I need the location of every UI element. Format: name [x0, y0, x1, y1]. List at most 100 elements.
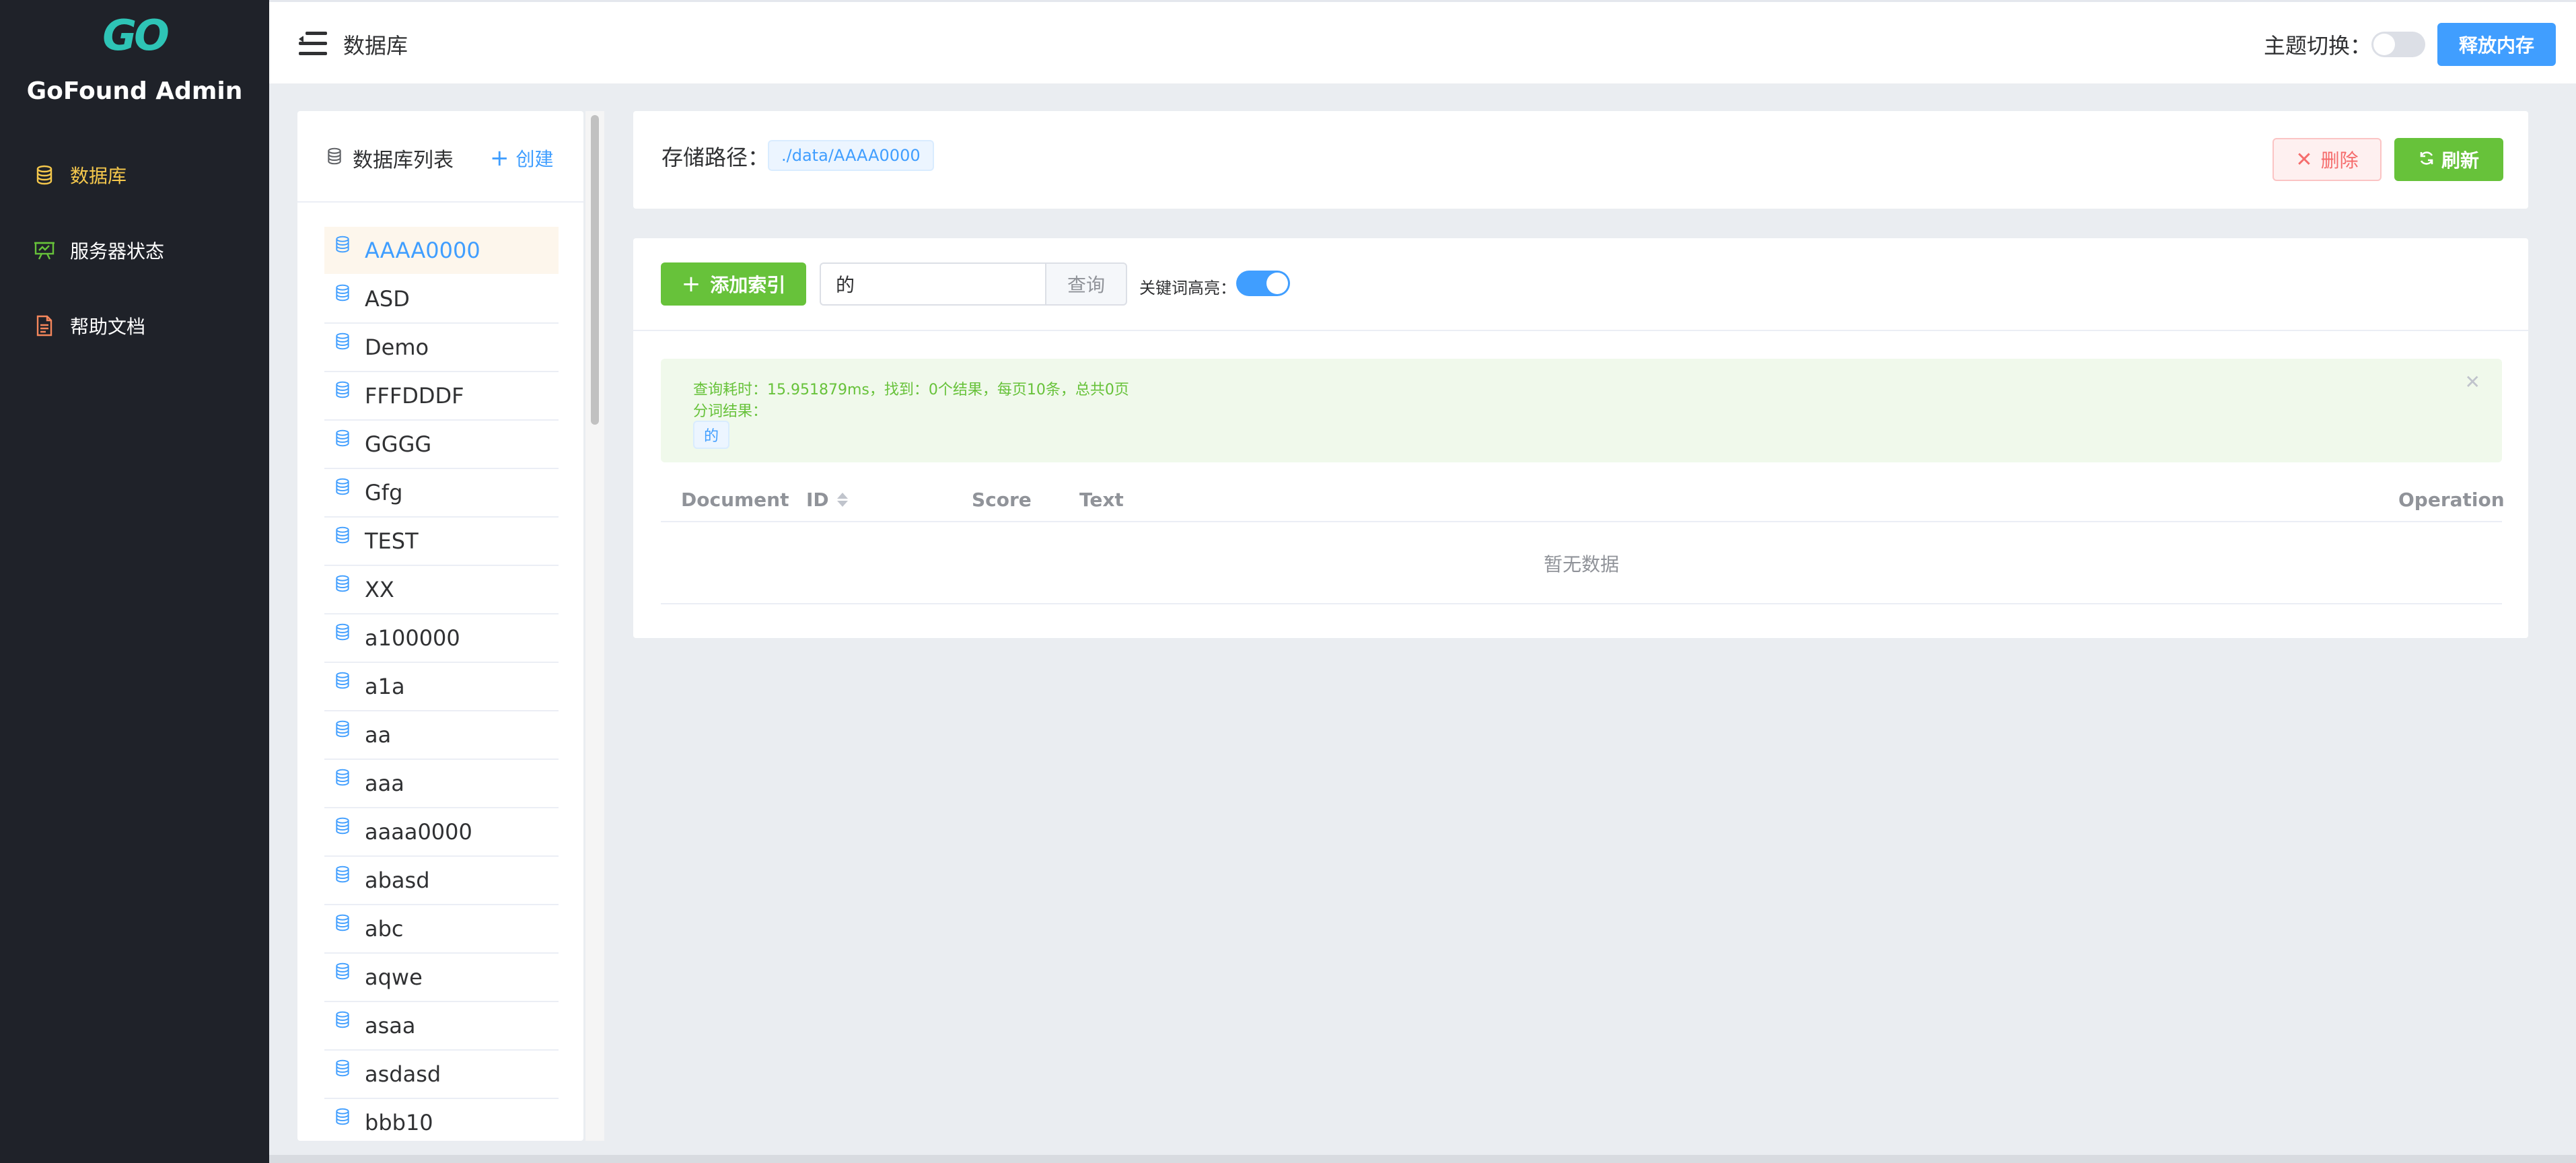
- sidebar-item-database[interactable]: 数据库: [32, 158, 127, 192]
- database-name: aaa: [365, 771, 404, 796]
- database-list-item[interactable]: ASD: [324, 275, 559, 324]
- database-name: XX: [365, 577, 394, 602]
- database-list-item[interactable]: a1a: [324, 663, 559, 711]
- database-icon: [334, 572, 351, 598]
- release-memory-button[interactable]: 释放内存: [2437, 23, 2556, 66]
- add-index-button[interactable]: + 添加索引: [661, 262, 806, 306]
- database-icon: [334, 1105, 351, 1131]
- database-name: abc: [365, 916, 404, 942]
- database-icon: [334, 669, 351, 695]
- database-list-item[interactable]: aaa: [324, 760, 559, 808]
- column-header-score: Score: [972, 489, 1032, 511]
- sidebar-item-help-docs[interactable]: 帮助文档: [32, 309, 145, 343]
- database-name: asaa: [365, 1013, 416, 1038]
- database-icon: [334, 427, 351, 452]
- sidebar-item-server-status[interactable]: 服务器状态: [32, 234, 164, 267]
- close-icon: ✕: [2295, 147, 2313, 172]
- database-name: ASD: [365, 286, 410, 312]
- database-name: FFFDDDF: [365, 383, 464, 409]
- column-header-document: Document: [681, 489, 789, 511]
- tokens-label: 分词结果：: [693, 403, 768, 420]
- highlight-switch[interactable]: [1236, 271, 1290, 296]
- highlight-label: 关键词高亮：: [1139, 279, 1236, 297]
- database-list-item[interactable]: XX: [324, 566, 559, 614]
- database-icon: [334, 960, 351, 985]
- database-name: aaaa0000: [365, 819, 472, 845]
- theme-switch-label: 主题切换：: [2264, 33, 2372, 59]
- database-name: asdasd: [365, 1061, 441, 1087]
- document-icon: [32, 314, 57, 338]
- refresh-icon: [2419, 149, 2435, 171]
- database-name: bbb10: [365, 1110, 433, 1135]
- delete-button[interactable]: ✕ 删除: [2273, 138, 2382, 181]
- token-tag: 的: [693, 421, 730, 449]
- database-list-item[interactable]: a100000: [324, 614, 559, 663]
- query-button[interactable]: 查询: [1045, 262, 1127, 306]
- create-database-button[interactable]: + 创建: [490, 145, 554, 172]
- database-name: a1a: [365, 674, 405, 699]
- database-list-item[interactable]: bbb10: [324, 1099, 559, 1141]
- database-list-item[interactable]: aaaa0000: [324, 808, 559, 857]
- sort-icon[interactable]: [836, 493, 848, 507]
- column-header-operation: Operation: [2398, 489, 2505, 511]
- sidebar-item-label: 数据库: [70, 165, 127, 187]
- column-header-text: Text: [1079, 489, 1124, 511]
- database-list-item[interactable]: AAAA0000: [324, 227, 559, 274]
- database-icon: [32, 163, 57, 187]
- database-list-scrollbar[interactable]: [585, 111, 604, 1141]
- database-icon: [334, 863, 351, 888]
- divider: [633, 330, 2528, 331]
- database-list-item[interactable]: abc: [324, 905, 559, 954]
- refresh-label: 刷新: [2441, 149, 2479, 172]
- database-icon: [334, 621, 351, 646]
- database-list-item[interactable]: aqwe: [324, 954, 559, 1002]
- add-index-label: 添加索引: [710, 274, 786, 296]
- database-name: AAAA0000: [365, 238, 480, 263]
- database-list-item[interactable]: asdasd: [324, 1051, 559, 1099]
- page-title: 数据库: [343, 33, 408, 59]
- logo: GO: [0, 12, 269, 59]
- database-list-item[interactable]: Demo: [324, 324, 559, 372]
- database-icon: [334, 475, 351, 501]
- database-icon: [334, 766, 351, 791]
- storage-path-label: 存储路径：: [661, 145, 770, 170]
- column-header-id[interactable]: ID: [806, 489, 848, 511]
- sidebar: GO GoFound Admin 数据库 服务器状态 帮助文档: [0, 0, 269, 1163]
- theme-switch[interactable]: [2371, 32, 2425, 57]
- database-list-panel: 数据库列表 + 创建 AAAA0000 ASD Demo FFFDDDF GGGG Gfg…: [297, 111, 583, 1141]
- database-icon: [334, 378, 351, 404]
- database-icon: [334, 1057, 351, 1082]
- delete-label: 删除: [2320, 149, 2359, 172]
- database-list-item[interactable]: Gfg: [324, 469, 559, 518]
- database-icon: [334, 911, 351, 937]
- menu-toggle-icon[interactable]: [299, 32, 327, 56]
- database-name: aqwe: [365, 964, 423, 990]
- database-icon: [326, 147, 343, 170]
- refresh-button[interactable]: 刷新: [2394, 138, 2503, 181]
- database-icon: [334, 330, 351, 355]
- create-label: 创建: [515, 148, 554, 170]
- database-name: GGGG: [365, 431, 432, 457]
- database-name: TEST: [365, 528, 419, 554]
- database-list-item[interactable]: FFFDDDF: [324, 372, 559, 421]
- table-header: Document ID Score Text Operation: [661, 482, 2505, 522]
- close-icon[interactable]: ✕: [2465, 371, 2480, 393]
- database-list-item[interactable]: abasd: [324, 857, 559, 905]
- database-list-item[interactable]: GGGG: [324, 421, 559, 469]
- database-name: aa: [365, 722, 392, 748]
- horizontal-scrollbar[interactable]: [269, 1155, 2576, 1163]
- logo-icon: GO: [102, 11, 170, 60]
- database-list-item[interactable]: TEST: [324, 518, 559, 566]
- database-list-header: 数据库列表 + 创建: [297, 111, 583, 203]
- sidebar-item-label: 服务器状态: [70, 240, 165, 262]
- database-list-item[interactable]: asaa: [324, 1002, 559, 1051]
- database-list: AAAA0000 ASD Demo FFFDDDF GGGG Gfg TEST XX a1000…: [324, 227, 559, 1141]
- database-list-title-text: 数据库列表: [353, 149, 454, 172]
- plus-icon: +: [490, 145, 509, 172]
- database-name: a100000: [365, 625, 460, 651]
- database-icon: [334, 281, 351, 307]
- search-input[interactable]: 的: [820, 262, 1046, 306]
- table-empty-text: 暂无数据: [661, 524, 2502, 604]
- top-header: 数据库 主题切换： 释放内存: [269, 0, 2576, 83]
- database-list-item[interactable]: aa: [324, 711, 559, 760]
